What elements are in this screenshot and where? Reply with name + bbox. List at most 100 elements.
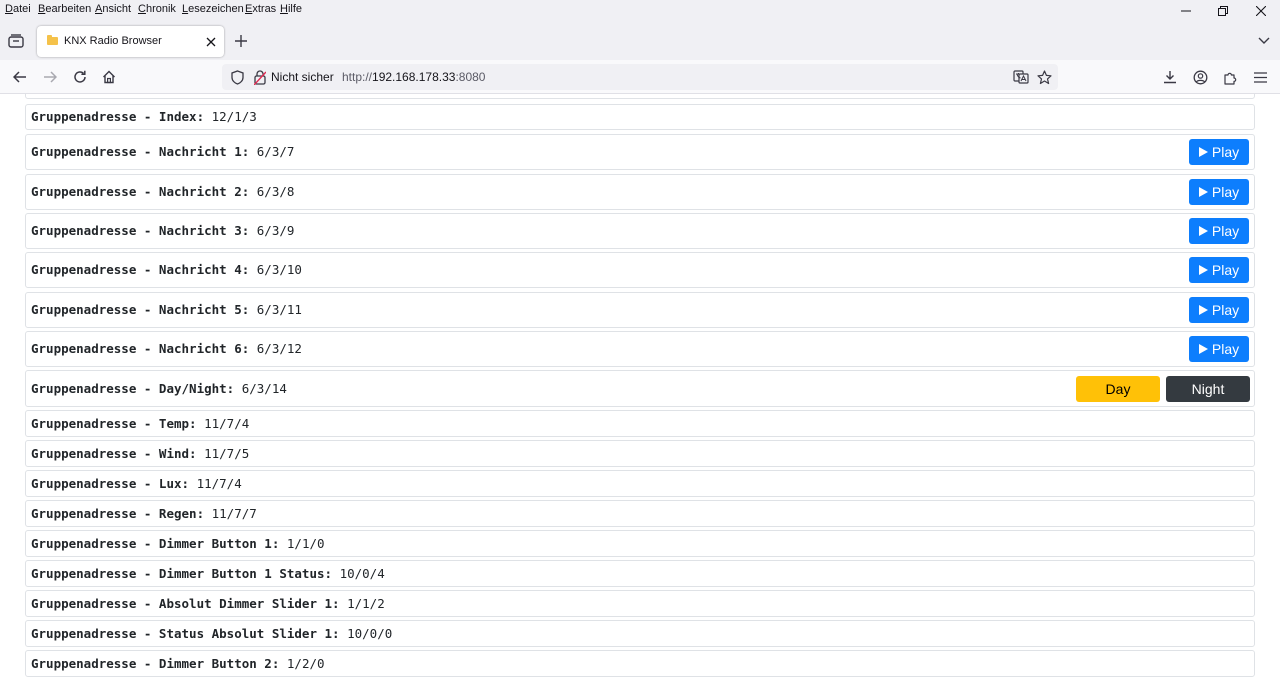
menu-accelerator: D [5,3,13,15]
translate-icon[interactable] [1012,68,1030,86]
group-address-text: Gruppenadresse - Dimmer Button 1 Status:… [31,566,385,581]
group-address-value: 11/7/5 [204,446,250,461]
menu-bearbeiten[interactable]: Bearbeiten [38,3,91,15]
play-button[interactable]: Play [1189,218,1249,244]
home-icon[interactable] [99,67,119,87]
play-icon [1198,147,1208,157]
night-button[interactable]: Night [1166,376,1250,402]
group-address-text: Gruppenadresse - Absolut Dimmer Slider 1… [31,596,385,611]
group-address-text: Gruppenadresse - Dimmer Button 1: 1/1/0 [31,536,325,551]
menu-ansicht[interactable]: Ansicht [95,3,131,15]
list-item: Gruppenadresse - Nachricht 6: 6/3/12 Play [25,331,1255,367]
menu-accelerator: B [38,3,46,15]
reload-icon[interactable] [70,67,90,87]
url-text[interactable]: http://192.168.178.33:8080 [342,70,485,84]
play-button-label: Play [1211,341,1240,357]
list-item-cut-off [25,94,1255,99]
group-address-label: Gruppenadresse - Absolut Dimmer Slider 1… [31,596,340,611]
url-bar[interactable]: Nicht sicher http://192.168.178.33:8080 [222,64,1058,90]
account-icon[interactable] [1190,67,1210,87]
play-icon [1198,305,1208,315]
group-address-value: 1/2/0 [286,656,325,671]
menu-lesezeichen[interactable]: Lesezeichen [182,3,244,15]
url-port: :8080 [455,70,486,84]
bookmark-star-icon[interactable] [1035,68,1053,86]
group-address-value: 1/1/0 [286,536,325,551]
list-item: Gruppenadresse - Wind: 11/7/5 [25,440,1255,467]
day-button[interactable]: Day [1076,376,1160,402]
group-address-text: Gruppenadresse - Nachricht 6: 6/3/12 [31,341,302,356]
play-button[interactable]: Play [1189,297,1249,323]
tab-strip: KNX Radio Browser [0,22,1280,60]
play-button[interactable]: Play [1189,179,1249,205]
group-address-text: Gruppenadresse - Index: 12/1/3 [31,109,257,124]
list-item: Gruppenadresse - Dimmer Button 1 Status:… [25,560,1255,587]
tracking-shield-icon[interactable] [228,68,246,86]
minimize-icon[interactable] [1169,0,1203,22]
play-icon [1198,187,1208,197]
url-scheme: http:// [342,70,373,84]
menu-hilfe[interactable]: Hilfe [280,3,302,15]
play-button-label: Play [1211,144,1240,160]
group-address-value: 6/3/10 [256,262,302,277]
menu-datei[interactable]: Datei [5,3,31,15]
list-item: Gruppenadresse - Lux: 11/7/4 [25,470,1255,497]
list-item: Gruppenadresse - Dimmer Button 1: 1/1/0 [25,530,1255,557]
list-item: Gruppenadresse - Index: 12/1/3 [25,104,1255,130]
list-item: Gruppenadresse - Nachricht 2: 6/3/8 Play [25,174,1255,210]
downloads-icon[interactable] [1160,67,1180,87]
group-address-text: Gruppenadresse - Nachricht 4: 6/3/10 [31,262,302,277]
play-icon [1198,265,1208,275]
tab-knx-radio-browser[interactable]: KNX Radio Browser [37,26,224,57]
list-item: Gruppenadresse - Day/Night: 6/3/14 Day Nig… [25,370,1255,407]
group-address-text: Gruppenadresse - Nachricht 5: 6/3/11 [31,302,302,317]
group-address-label: Gruppenadresse - Dimmer Button 1: [31,536,280,551]
group-address-value: 10/0/4 [339,566,385,581]
forward-icon[interactable] [40,67,60,87]
extensions-icon[interactable] [1220,67,1240,87]
play-button[interactable]: Play [1189,139,1249,165]
url-host: 192.168.178.33 [372,70,456,84]
connection-status-label[interactable]: Nicht sicher [271,70,334,84]
folder-icon [47,35,58,45]
group-address-label: Gruppenadresse - Nachricht 4: [31,262,250,277]
group-address-value: 10/0/0 [347,626,393,641]
menu-accelerator: A [95,3,103,15]
group-address-label: Gruppenadresse - Regen: [31,506,205,521]
list-tabs-chevron-icon[interactable] [1254,31,1274,51]
play-button[interactable]: Play [1189,336,1249,362]
menu-accelerator: H [280,3,288,15]
group-address-label: Gruppenadresse - Wind: [31,446,197,461]
list-item: Gruppenadresse - Temp: 11/7/4 [25,410,1255,437]
close-window-icon[interactable] [1244,0,1278,22]
group-address-value: 11/7/7 [211,506,257,521]
group-address-label: Gruppenadresse - Dimmer Button 2: [31,656,280,671]
group-address-text: Gruppenadresse - Day/Night: 6/3/14 [31,381,287,396]
group-address-label: Gruppenadresse - Status Absolut Slider 1… [31,626,340,641]
group-address-label: Gruppenadresse - Temp: [31,416,197,431]
tab-overview-icon[interactable] [6,31,26,51]
back-icon[interactable] [10,67,30,87]
list-item: Gruppenadresse - Nachricht 5: 6/3/11 Play [25,292,1255,328]
app-menu-icon[interactable] [1250,67,1270,87]
group-address-label: Gruppenadresse - Nachricht 5: [31,302,250,317]
close-tab-icon[interactable] [206,33,216,50]
group-address-label: Gruppenadresse - Nachricht 6: [31,341,250,356]
restore-icon[interactable] [1206,0,1240,22]
group-address-text: Gruppenadresse - Lux: 11/7/4 [31,476,242,491]
nav-bar: Nicht sicher http://192.168.178.33:8080 [0,60,1280,94]
play-icon [1198,226,1208,236]
list-item: Gruppenadresse - Nachricht 1: 6/3/7 Play [25,134,1255,170]
menu-chronik[interactable]: Chronik [138,3,176,15]
group-address-value: 11/7/4 [196,476,242,491]
menu-extras[interactable]: Extras [245,3,276,15]
menu-accelerator: C [138,3,146,15]
list-item: Gruppenadresse - Regen: 11/7/7 [25,500,1255,527]
page-content: Gruppenadresse - Index: 12/1/3 Gruppenadr… [0,94,1280,678]
insecure-lock-icon[interactable] [252,68,268,86]
new-tab-icon[interactable] [231,31,251,51]
play-button[interactable]: Play [1189,257,1249,283]
tab-title: KNX Radio Browser [64,35,162,47]
group-address-text: Gruppenadresse - Nachricht 2: 6/3/8 [31,184,294,199]
group-address-label: Gruppenadresse - Nachricht 1: [31,144,250,159]
